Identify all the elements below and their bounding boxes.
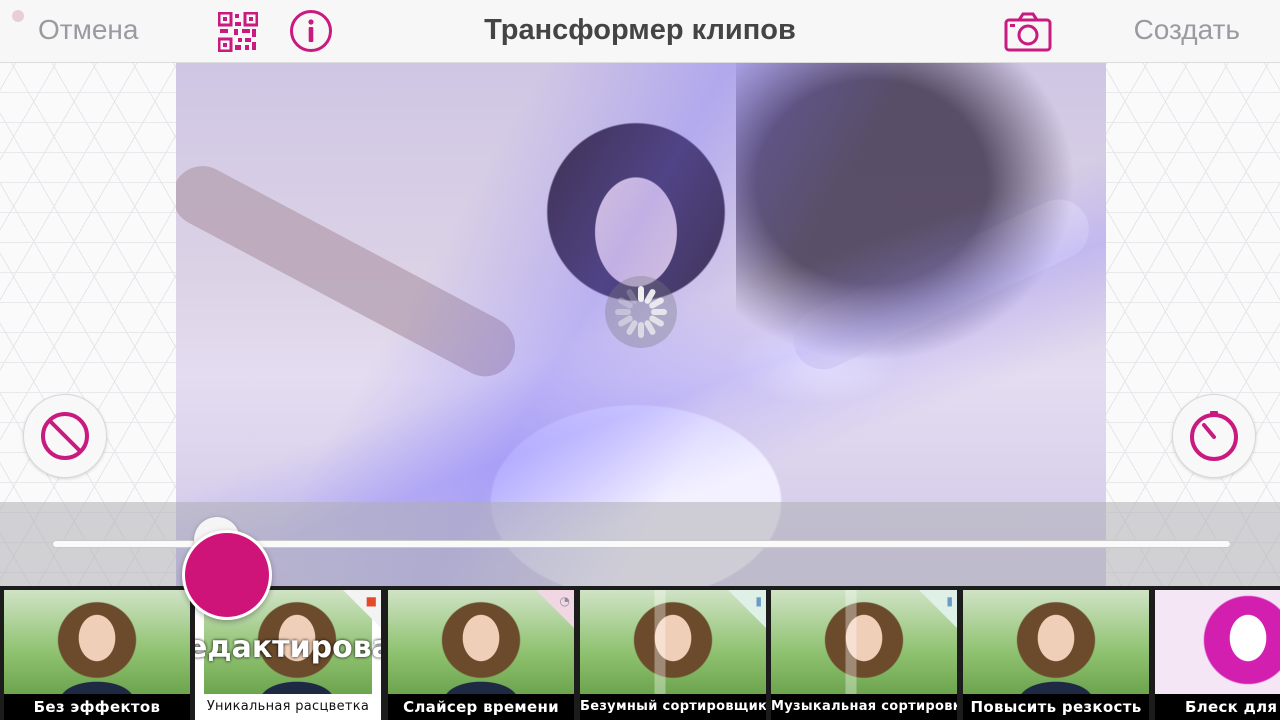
- effect-label: Уникальная расцветка: [195, 694, 381, 720]
- effect-label: Повысить резкость: [963, 694, 1149, 720]
- timer-button[interactable]: [1172, 394, 1256, 478]
- top-bar: Отмена Трансформер клипов Создать: [0, 0, 1280, 63]
- effects-strip: Без эффектов едактирова ■ Уникальная рас…: [0, 586, 1280, 720]
- color-palette-icon: ■: [365, 594, 377, 608]
- effect-item-glitter[interactable]: Блеск для: [1155, 590, 1280, 720]
- effect-overlay-text: едактирова: [195, 630, 381, 665]
- effect-item-time-slicer[interactable]: ◔ Слайсер времени: [388, 590, 574, 720]
- effect-label: Слайсер времени: [388, 694, 574, 720]
- create-button[interactable]: Создать: [1134, 14, 1240, 46]
- effect-item-crazy-sorter[interactable]: ▮ Безумный сортировщик: [580, 590, 766, 720]
- effect-intensity-handle[interactable]: [182, 530, 272, 620]
- effect-item-none[interactable]: Без эффектов: [4, 590, 190, 720]
- effect-item-music-sort[interactable]: ▮ Музыкальная сортировка: [771, 590, 957, 720]
- effect-label: Безумный сортировщик: [580, 694, 766, 720]
- effect-thumbnail: [963, 590, 1149, 694]
- effect-label: Без эффектов: [4, 694, 190, 720]
- timer-icon: [1190, 411, 1238, 461]
- no-effect-button[interactable]: [23, 394, 107, 478]
- effect-thumbnail: [4, 590, 190, 694]
- bars-icon: ▮: [755, 594, 762, 608]
- effect-item-sharpen[interactable]: Повысить резкость: [963, 590, 1149, 720]
- effect-label: Блеск для: [1155, 694, 1280, 720]
- loading-spinner-icon: [605, 276, 677, 348]
- camera-icon: [1004, 12, 1052, 52]
- page-title: Трансформер клипов: [484, 14, 796, 46]
- bars-icon: ▮: [946, 594, 953, 608]
- effect-thumbnail: [1155, 590, 1280, 694]
- clock-icon: ◔: [559, 594, 570, 608]
- camera-button[interactable]: [1004, 12, 1052, 52]
- effect-label: Музыкальная сортировка: [771, 694, 957, 720]
- prohibited-icon: [41, 412, 89, 460]
